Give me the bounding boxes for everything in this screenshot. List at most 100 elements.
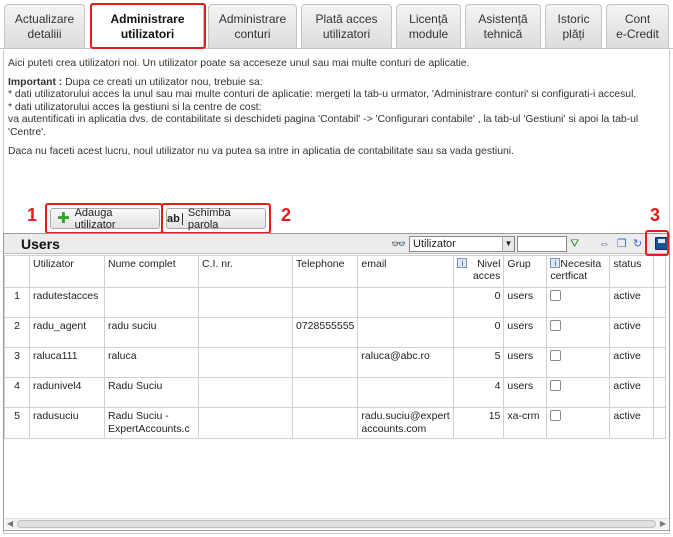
info-icon: i <box>550 258 561 268</box>
resize-columns-icon[interactable]: ⇔ <box>599 237 610 251</box>
scroll-left-icon[interactable]: ◀ <box>7 519 13 528</box>
col-utilizator[interactable]: Utilizator <box>29 255 105 288</box>
annotation-2: 2 <box>281 205 292 225</box>
search-field-value: Utilizator <box>413 238 456 250</box>
cell-ci-nr <box>198 287 293 318</box>
cell-necesita-certificat <box>546 377 611 408</box>
cell-email <box>357 377 455 408</box>
users-table: Utilizator Nume complet C.I. nr. Telepho… <box>4 255 667 439</box>
cell-necesita-certificat <box>546 317 611 348</box>
instruction-bullet-2-detail: va autentificati in aplicatia dvs. de co… <box>8 114 639 138</box>
cell-nume-complet: radu suciu <box>104 317 199 348</box>
certificate-checkbox[interactable] <box>550 410 562 421</box>
col-filler <box>653 255 667 288</box>
binoculars-icon: 👓 <box>391 237 406 251</box>
warning-text: Daca nu faceti acest lucru, noul utiliza… <box>8 145 514 157</box>
change-password-button[interactable]: ab Schimba parola <box>166 206 266 231</box>
tab-bar: Actualizare detaliii Administrare utiliz… <box>0 0 673 50</box>
cell-telephone <box>291 287 359 318</box>
cell-telephone <box>291 377 359 408</box>
cell-status: active <box>609 317 655 348</box>
tab-licenta-module[interactable]: Licență module <box>396 4 461 48</box>
row-index: 4 <box>4 377 30 408</box>
tab-plata-acces-utilizatori[interactable]: Plată acces utilizatori <box>301 4 392 48</box>
table-header-row: Utilizator Nume complet C.I. nr. Telepho… <box>4 255 667 288</box>
tab-cont-e-credit[interactable]: Cont e-Credit <box>606 4 669 48</box>
cell-necesita-certificat <box>546 287 611 318</box>
cell-nivel-acces: 5 <box>453 347 505 378</box>
certificate-checkbox[interactable] <box>550 380 562 391</box>
cell-email <box>357 287 455 318</box>
search-input[interactable] <box>517 236 567 252</box>
col-necesita-certificat[interactable]: i Necesita certficat <box>546 255 611 288</box>
certificate-checkbox[interactable] <box>550 290 562 301</box>
annotation-1: 1 <box>27 205 38 225</box>
cell-status: active <box>609 407 655 439</box>
table-row[interactable]: 4 radunivel4 Radu Suciu 4 users active <box>4 377 667 408</box>
grid-title: Users <box>21 236 60 252</box>
cell-ci-nr <box>198 377 293 408</box>
col-index <box>4 255 30 288</box>
cell-filler <box>653 407 667 439</box>
tab-administrare-conturi[interactable]: Administrare conturi <box>208 4 297 48</box>
table-row[interactable]: 1 radutestacces 0 users active <box>4 287 667 318</box>
col-nivel-acces[interactable]: i Nivel acces <box>453 255 505 288</box>
scroll-right-icon[interactable]: ▶ <box>660 519 666 528</box>
cell-email: radu.suciu@expertaccounts.com <box>357 407 455 439</box>
cell-grup: users <box>503 347 548 378</box>
scroll-thumb[interactable] <box>17 520 656 528</box>
cell-telephone <box>291 407 359 439</box>
table-row[interactable]: 5 radusuciu Radu Suciu - ExpertAccounts.… <box>4 407 667 439</box>
tab-administrare-utilizatori[interactable]: Administrare utilizatori <box>91 4 204 48</box>
cell-filler <box>653 377 667 408</box>
change-password-label: Schimba parola <box>187 206 231 231</box>
refresh-icon[interactable]: ↻ <box>633 237 642 251</box>
important-label: Important : <box>8 76 63 88</box>
cell-utilizator: raluca111 <box>29 347 105 378</box>
col-status[interactable]: status <box>609 255 655 288</box>
table-row[interactable]: 3 raluca111 raluca raluca@abc.ro 5 users… <box>4 347 667 378</box>
cell-grup: xa-crm <box>503 407 548 439</box>
save-icon[interactable] <box>655 237 668 250</box>
cell-grup: users <box>503 287 548 318</box>
important-note: Important : Dupa ce creati un utilizator… <box>8 77 668 90</box>
table-row[interactable]: 2 radu_agent radu suciu 0728555555 0 use… <box>4 317 667 348</box>
search-field-select[interactable]: Utilizator ▼ <box>409 236 515 252</box>
add-user-label: Adauga utilizator <box>74 206 116 231</box>
cell-nivel-acces: 4 <box>453 377 505 408</box>
col-telephone[interactable]: Telephone <box>291 255 359 288</box>
tab-actualizare-detalii[interactable]: Actualizare detaliii <box>4 4 85 48</box>
row-index: 3 <box>4 347 30 378</box>
col-nivel-acces-label: Nivel acces <box>472 258 501 282</box>
plus-icon: ✚ <box>57 210 70 227</box>
certificate-checkbox[interactable] <box>550 320 562 331</box>
col-nume-complet[interactable]: Nume complet <box>104 255 199 288</box>
col-grup[interactable]: Grup <box>503 255 548 288</box>
tab-asistenta-tehnica[interactable]: Asistență tehnică <box>465 4 541 48</box>
col-email[interactable]: email <box>357 255 455 288</box>
cell-nume-complet <box>104 287 199 318</box>
copy-icon[interactable]: ❐ <box>617 237 627 251</box>
intro-line: Aici puteti crea utilizatori noi. Un uti… <box>8 58 470 69</box>
horizontal-scrollbar[interactable]: ◀ ▶ <box>5 518 668 529</box>
cell-nivel-acces: 0 <box>453 287 505 318</box>
add-user-button[interactable]: ✚ Adauga utilizator <box>50 206 160 231</box>
filter-icon[interactable]: ⛛ <box>570 237 579 251</box>
cell-utilizator: radunivel4 <box>29 377 105 408</box>
row-index: 1 <box>4 287 30 318</box>
cell-email: raluca@abc.ro <box>357 347 455 378</box>
cell-filler <box>653 287 667 318</box>
cell-telephone <box>291 347 359 378</box>
cell-necesita-certificat <box>546 407 611 439</box>
users-grid: Users 👓 Utilizator ▼ ⛛ ⇔ ❐ ↻ Utilizator … <box>3 233 670 531</box>
col-ci-nr[interactable]: C.I. nr. <box>198 255 293 288</box>
certificate-checkbox[interactable] <box>550 350 562 361</box>
cell-ci-nr <box>198 317 293 348</box>
rename-icon: ab <box>167 212 183 225</box>
cell-status: active <box>609 287 655 318</box>
tab-istoric-plati[interactable]: Istoric plăți <box>545 4 602 48</box>
cell-nume-complet: Radu Suciu - ExpertAccounts.c <box>104 407 199 439</box>
instruction-bullet-2: * dati utilizatorului acces la gestiuni … <box>8 101 262 113</box>
row-index: 5 <box>4 407 30 439</box>
tab-divider <box>0 48 673 49</box>
